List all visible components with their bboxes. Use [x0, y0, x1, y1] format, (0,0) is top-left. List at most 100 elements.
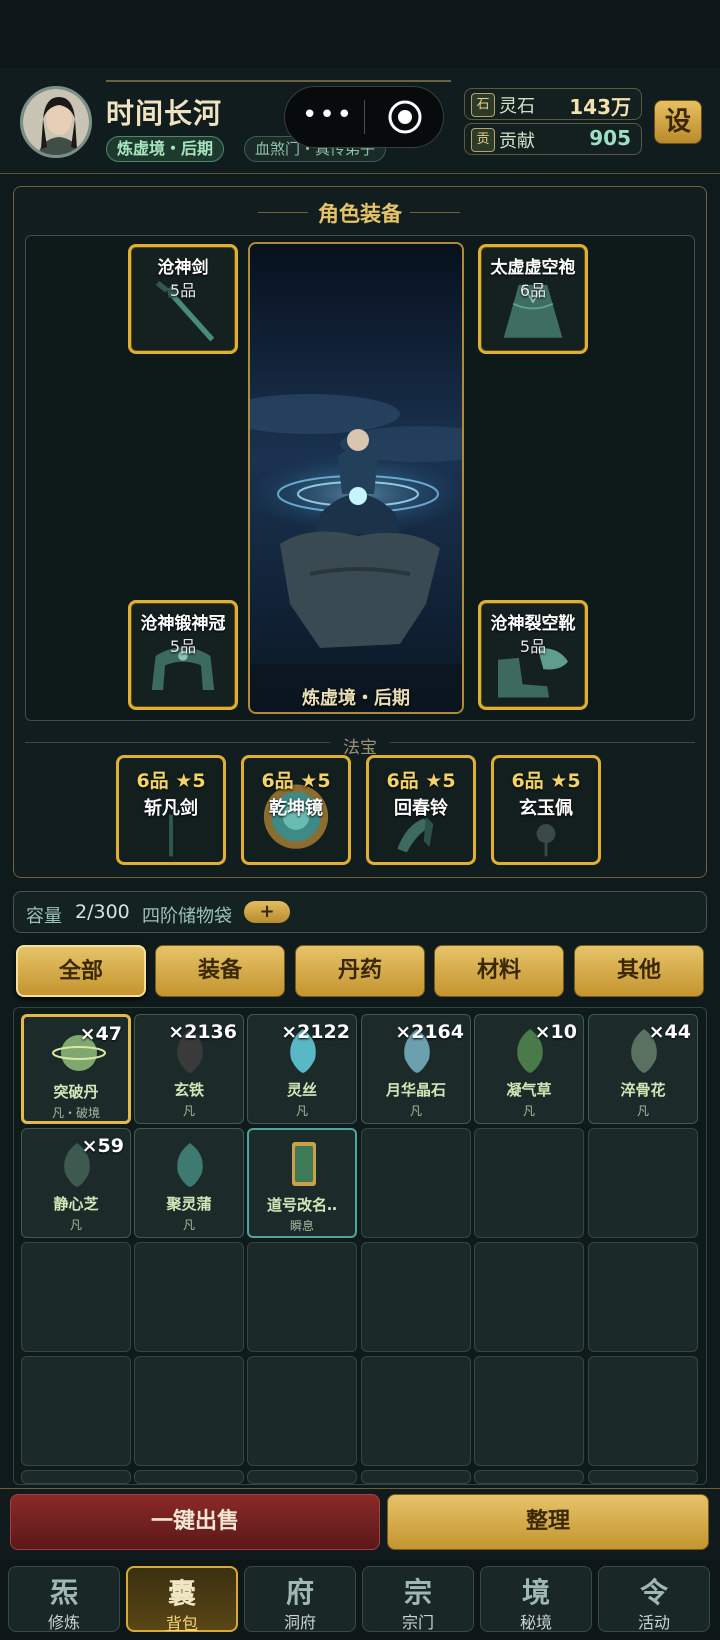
- tab-all[interactable]: 全部: [16, 945, 146, 997]
- empty-slot[interactable]: [134, 1356, 244, 1466]
- empty-slot[interactable]: [21, 1470, 131, 1484]
- equip-grade: 5品: [169, 281, 197, 300]
- contribution-value: 905: [589, 126, 631, 150]
- stone-value: 143万: [569, 95, 631, 119]
- empty-slot[interactable]: [361, 1128, 471, 1238]
- item-name: 聚灵蒲: [166, 1195, 212, 1213]
- empty-slot[interactable]: [361, 1470, 471, 1484]
- item-name: 月华晶石: [385, 1081, 446, 1099]
- equipment-title: 角色装备: [318, 202, 402, 226]
- empty-slot[interactable]: [361, 1242, 471, 1352]
- empty-slot[interactable]: [588, 1356, 698, 1466]
- inventory-item[interactable]: 聚灵蒲凡: [134, 1128, 244, 1238]
- portrait-realm-label: 炼虚境・后期: [302, 688, 410, 709]
- avatar[interactable]: [20, 86, 92, 158]
- tab-pills[interactable]: 丹药: [295, 945, 425, 997]
- empty-slot[interactable]: [474, 1470, 584, 1484]
- empty-slot[interactable]: [247, 1242, 357, 1352]
- empty-slot[interactable]: [134, 1470, 244, 1484]
- tab-materials[interactable]: 材料: [434, 945, 564, 997]
- treasure-grade: 6品 ★5: [136, 770, 206, 792]
- contribution-counter: 贡 贡献 905: [464, 123, 642, 155]
- equip-name: 沧神裂空靴: [490, 614, 576, 634]
- empty-slot[interactable]: [247, 1356, 357, 1466]
- empty-slot[interactable]: [361, 1356, 471, 1466]
- item-rank: 凡: [69, 1218, 82, 1232]
- realm-icon: 境: [521, 1576, 550, 1609]
- item-rank: 凡: [522, 1104, 535, 1118]
- contribution-label: 贡献: [499, 131, 535, 152]
- equip-name: 沧神剑: [157, 258, 209, 278]
- equip-grade: 5品: [519, 637, 547, 656]
- more-icon[interactable]: •••: [300, 100, 356, 134]
- item-quantity: ×2136: [168, 1021, 237, 1043]
- item-rank: 瞬息: [289, 1219, 314, 1233]
- tab-equipment[interactable]: 装备: [155, 945, 285, 997]
- item-name: 静心芝: [53, 1195, 99, 1213]
- tab-other[interactable]: 其他: [574, 945, 704, 997]
- close-target-icon[interactable]: [386, 98, 424, 136]
- treasure-slot[interactable]: 6品 ★5 斩凡剑: [116, 755, 226, 865]
- inventory-item[interactable]: ×2136 玄铁凡: [134, 1014, 244, 1124]
- capacity-label: 容量: [26, 906, 62, 927]
- nav-label: 宗门: [401, 1613, 434, 1632]
- equip-name: 太虚虚空袍: [490, 258, 576, 278]
- inventory-item[interactable]: ×44 淬骨花凡: [588, 1014, 698, 1124]
- item-name: 淬骨花: [620, 1081, 666, 1099]
- treasure-name: 回春铃: [394, 798, 448, 819]
- treasure-grade: 6品 ★5: [511, 770, 581, 792]
- sort-button[interactable]: 整理: [387, 1494, 709, 1550]
- nav-realm[interactable]: 境 秘境: [480, 1566, 592, 1632]
- item-rank: 凡: [182, 1218, 195, 1232]
- empty-slot[interactable]: [588, 1242, 698, 1352]
- inventory-item[interactable]: ×47 突破丹 凡・破境: [21, 1014, 131, 1124]
- stone-icon: 石: [471, 93, 495, 117]
- empty-slot[interactable]: [474, 1128, 584, 1238]
- item-quantity: ×2164: [395, 1021, 464, 1043]
- empty-slot[interactable]: [588, 1470, 698, 1484]
- equip-slot-helmet[interactable]: 沧神锻神冠 5品: [128, 600, 238, 710]
- nav-label: 活动: [637, 1613, 670, 1632]
- empty-slot[interactable]: [21, 1242, 131, 1352]
- empty-slot[interactable]: [474, 1356, 584, 1466]
- header-divider: [106, 80, 451, 82]
- equip-slot-weapon[interactable]: 沧神剑 5品: [128, 244, 238, 354]
- inventory-item[interactable]: ×2122 灵丝凡: [247, 1014, 357, 1124]
- storage-bag-name: 四阶储物袋: [142, 906, 232, 927]
- expand-capacity-button[interactable]: +: [244, 901, 290, 923]
- nav-sect[interactable]: 宗 宗门: [362, 1566, 474, 1632]
- empty-slot[interactable]: [474, 1242, 584, 1352]
- treasure-name: 乾坤镜: [269, 798, 323, 819]
- empty-slot[interactable]: [588, 1128, 698, 1238]
- equip-grade: 6品: [519, 281, 547, 300]
- equip-slot-robe[interactable]: 太虚虚空袍 6品: [478, 244, 588, 354]
- sect-icon: 宗: [403, 1576, 432, 1609]
- nav-cave[interactable]: 府 洞府: [244, 1566, 356, 1632]
- stone-label: 灵石: [499, 96, 535, 117]
- item-quantity: ×59: [81, 1135, 124, 1157]
- treasure-slot[interactable]: 6品 ★5 玄玉佩: [491, 755, 601, 865]
- empty-slot[interactable]: [247, 1470, 357, 1484]
- nav-bag[interactable]: 囊 背包: [126, 1566, 238, 1633]
- treasure-slot[interactable]: 6品 ★5 乾坤镜: [241, 755, 351, 865]
- item-rank: 凡・破境: [51, 1106, 100, 1120]
- empty-slot[interactable]: [134, 1242, 244, 1352]
- sell-all-button[interactable]: 一键出售: [10, 1494, 380, 1550]
- item-quantity: ×10: [534, 1021, 577, 1043]
- inventory-item[interactable]: ×2164 月华晶石凡: [361, 1014, 471, 1124]
- inventory-item[interactable]: 道号改名‥ 瞬息: [247, 1128, 357, 1238]
- empty-slot[interactable]: [21, 1356, 131, 1466]
- item-quantity: ×2122: [281, 1021, 350, 1043]
- inventory-item[interactable]: ×59 静心芝凡: [21, 1128, 131, 1238]
- settings-button[interactable]: 设: [654, 100, 702, 144]
- cultivate-icon: 炁: [49, 1576, 78, 1609]
- equip-slot-boots[interactable]: 沧神裂空靴 5品: [478, 600, 588, 710]
- nav-events[interactable]: 令 活动: [598, 1566, 710, 1632]
- treasure-slot[interactable]: 6品 ★5 回春铃: [366, 755, 476, 865]
- treasure-name: 玄玉佩: [519, 798, 573, 819]
- inventory-item[interactable]: ×10 凝气草凡: [474, 1014, 584, 1124]
- item-name: 突破丹: [53, 1083, 99, 1101]
- character-portrait: [248, 242, 464, 714]
- cave-icon: 府: [285, 1576, 314, 1609]
- nav-cultivate[interactable]: 炁 修炼: [8, 1566, 120, 1632]
